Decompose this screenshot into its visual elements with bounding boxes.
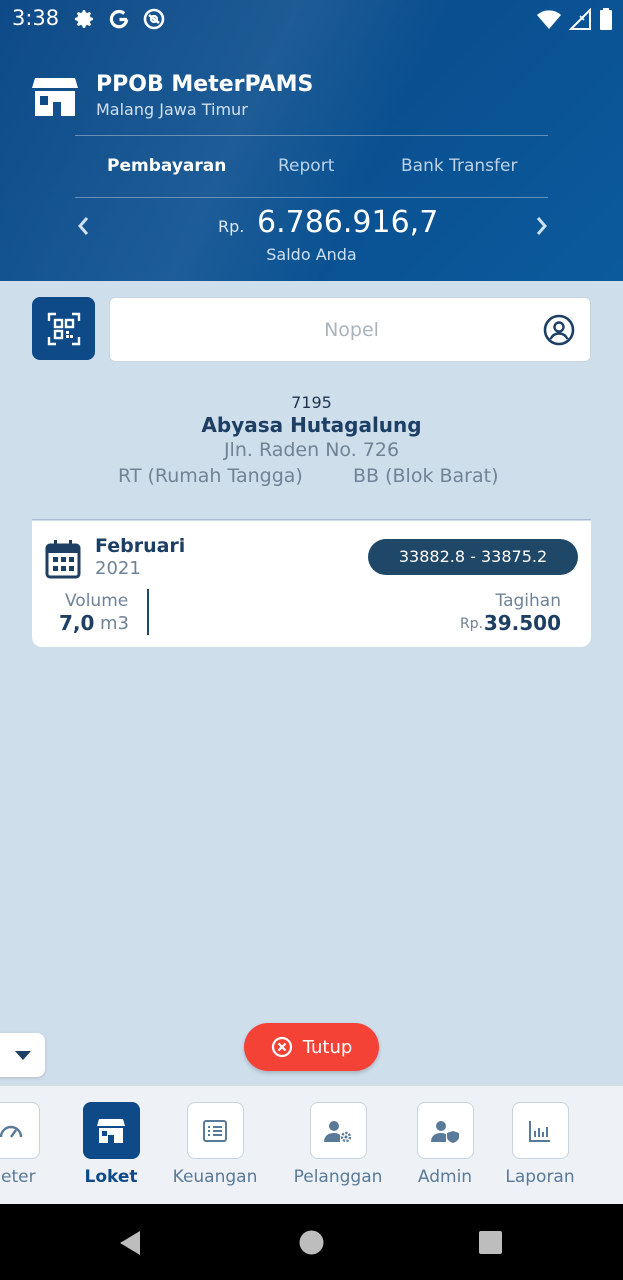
tagihan-amount: 39.500 — [483, 611, 561, 635]
qr-code-icon — [47, 312, 80, 345]
store-icon — [97, 1118, 125, 1143]
recents-icon[interactable] — [479, 1231, 502, 1254]
saldo-amount: 6.786.916,7 — [257, 205, 439, 240]
battery-icon — [600, 8, 612, 30]
nav-item-pelanggan[interactable]: Pelanggan — [288, 1102, 388, 1187]
tab-bank-transfer[interactable]: Bank Transfer — [401, 156, 517, 176]
volume-label: Volume — [65, 591, 129, 611]
bottom-navigation: Meter Loket Keuangan — [0, 1085, 623, 1204]
app-header: 3:38 PPOB MeterPAMS Malang Jawa Timur Pe… — [0, 0, 623, 281]
qr-scan-button[interactable] — [32, 297, 95, 360]
nav-loket-label: Loket — [84, 1167, 138, 1187]
nav-keuangan-box — [186, 1102, 244, 1159]
meter-range-badge: 33882.8 - 33875.2 — [368, 539, 578, 575]
list-icon — [203, 1119, 227, 1142]
nav-item-loket[interactable]: Loket — [72, 1102, 150, 1187]
section-divider — [32, 519, 591, 520]
close-circle-icon — [271, 1036, 292, 1058]
header-divider-top — [75, 135, 548, 136]
status-time: 3:38 — [12, 6, 60, 30]
user-gear-icon — [324, 1120, 352, 1142]
nav-admin-box — [416, 1102, 474, 1159]
system-navigation-bar — [0, 1204, 623, 1280]
app-subtitle: Malang Jawa Timur — [96, 100, 248, 119]
nav-meter-label: Meter — [0, 1167, 36, 1187]
close-button[interactable]: Tutup — [244, 1023, 379, 1071]
bar-chart-icon — [529, 1120, 550, 1142]
nav-item-keuangan[interactable]: Keuangan — [168, 1102, 262, 1187]
nav-item-meter[interactable]: Meter — [0, 1102, 51, 1187]
saldo-currency: Rp. — [218, 217, 245, 236]
caret-down-icon — [14, 1051, 31, 1060]
google-g-icon — [109, 10, 129, 29]
nav-admin-label: Admin — [417, 1167, 473, 1187]
nav-laporan-box — [511, 1102, 569, 1159]
store-logo-icon — [32, 78, 78, 116]
customer-address: Jln. Raden No. 726 — [223, 439, 400, 461]
volume-divider — [147, 589, 149, 635]
status-bar: 3:38 — [0, 0, 623, 40]
account-circle-icon[interactable] — [543, 314, 575, 346]
wifi-icon — [537, 10, 561, 29]
back-icon[interactable] — [118, 1230, 142, 1256]
nav-item-admin[interactable]: Admin — [408, 1102, 482, 1187]
close-button-label: Tutup — [302, 1036, 353, 1058]
chevron-left-icon[interactable] — [70, 212, 98, 240]
settings-gear-icon — [75, 10, 93, 29]
header-tabs: Pembayaran Report Bank Transfer — [75, 140, 548, 196]
user-shield-icon — [431, 1120, 459, 1143]
tab-pembayaran[interactable]: Pembayaran — [107, 156, 226, 176]
expand-dropdown-button[interactable] — [0, 1033, 45, 1077]
nav-keuangan-label: Keuangan — [172, 1167, 258, 1187]
customer-id: 7195 — [291, 393, 332, 412]
tagihan-label: Tagihan — [495, 591, 561, 611]
tab-report[interactable]: Report — [278, 156, 334, 176]
at-sync-icon — [143, 8, 165, 30]
signal-icon — [569, 8, 591, 30]
nopel-field — [109, 297, 591, 362]
volume-value: 7,0 — [59, 611, 95, 635]
nav-laporan-label: Laporan — [505, 1167, 575, 1187]
gauge-icon — [0, 1125, 23, 1138]
bill-month: Februari — [95, 535, 186, 557]
saldo-label: Saldo Anda — [266, 245, 357, 264]
nav-pelanggan-label: Pelanggan — [293, 1167, 383, 1187]
nav-item-laporan[interactable]: Laporan — [500, 1102, 580, 1187]
tagihan-currency: Rp. — [460, 616, 484, 632]
customer-name: Abyasa Hutagalung — [201, 413, 422, 437]
header-divider-bottom — [75, 197, 548, 198]
home-icon[interactable] — [299, 1230, 324, 1255]
nav-meter-box — [0, 1102, 40, 1159]
bill-year: 2021 — [95, 558, 141, 579]
calendar-icon — [45, 540, 81, 579]
nav-pelanggan-box — [309, 1102, 367, 1159]
bill-card[interactable]: Februari 2021 33882.8 - 33875.2 Volume 7… — [32, 521, 591, 647]
customer-block: BB (Blok Barat) — [353, 465, 499, 487]
nopel-input[interactable] — [110, 298, 515, 361]
status-right-icons — [537, 8, 613, 30]
chevron-right-icon[interactable] — [527, 212, 555, 240]
volume-unit: m3 — [100, 613, 129, 634]
nav-loket-box — [82, 1102, 140, 1159]
customer-category: RT (Rumah Tangga) — [118, 465, 303, 487]
app-title: PPOB MeterPAMS — [96, 72, 314, 97]
